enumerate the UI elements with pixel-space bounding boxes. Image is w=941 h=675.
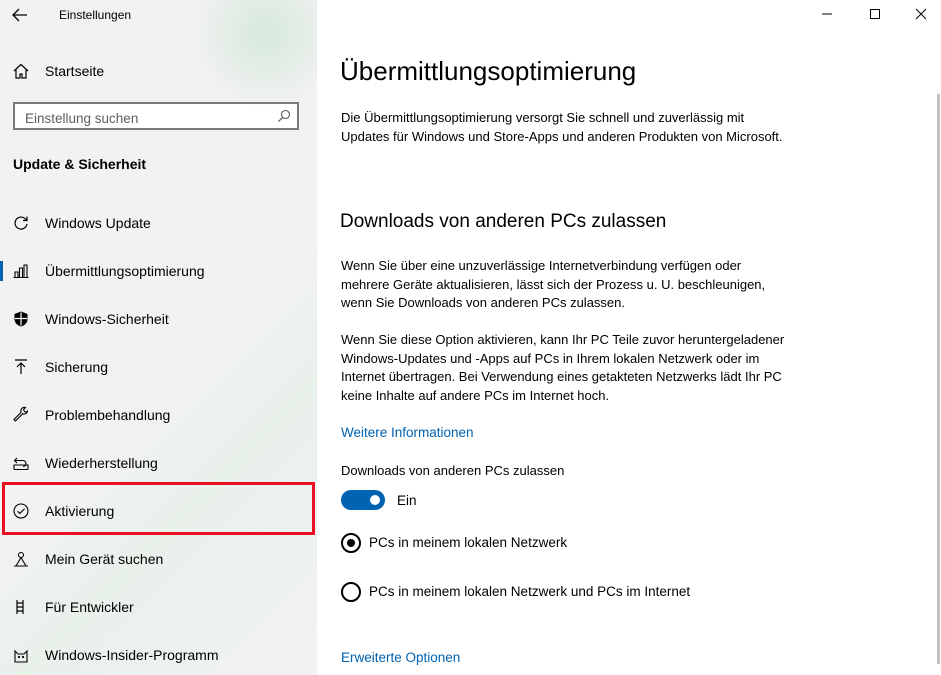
sidebar-item-backup[interactable]: Sicherung: [0, 347, 317, 387]
activation-highlight-box: [2, 482, 315, 535]
sidebar-item-label: Windows-Insider-Programm: [45, 647, 219, 663]
description-paragraph: Wenn Sie über eine unzuverlässige Intern…: [341, 258, 766, 310]
sidebar-item-label: Für Entwickler: [45, 599, 134, 615]
backup-arrow-icon: [12, 358, 30, 376]
sidebar-item-label: Mein Gerät suchen: [45, 551, 164, 567]
developer-icon: [12, 598, 30, 616]
toggle-caption: Downloads von anderen PCs zulassen: [341, 463, 565, 478]
sidebar-item-label: Startseite: [45, 63, 105, 79]
sidebar-item-label: Windows-Sicherheit: [45, 311, 169, 327]
section-title: Update & Sicherheit: [13, 156, 147, 172]
search-box[interactable]: [13, 102, 299, 130]
close-icon[interactable]: [913, 6, 929, 22]
search-icon[interactable]: [277, 109, 291, 123]
app-title: Einstellungen: [59, 8, 132, 22]
sidebar-item-label: Übermittlungsoptimierung: [45, 263, 205, 279]
more-info-link[interactable]: Weitere Informationen: [341, 425, 474, 440]
search-input[interactable]: [23, 108, 267, 128]
toggle-knob: [370, 495, 380, 505]
radio-local-network-label[interactable]: PCs in meinem lokalen Netzwerk: [369, 535, 567, 550]
sidebar-item-windows-update[interactable]: Windows Update: [0, 203, 317, 243]
radio-local-and-internet[interactable]: [341, 582, 361, 602]
radio-local-network[interactable]: [341, 533, 361, 553]
sidebar-item-label: Sicherung: [45, 359, 109, 375]
sidebar-item-home[interactable]: Startseite: [0, 51, 317, 91]
sidebar-item-windows-insider[interactable]: Windows-Insider-Programm: [0, 635, 317, 675]
sidebar-item-troubleshoot[interactable]: Problembehandlung: [0, 395, 317, 435]
sidebar-item-developers[interactable]: Für Entwickler: [0, 587, 317, 627]
advanced-options-link[interactable]: Erweiterte Optionen: [341, 650, 460, 665]
home-icon: [12, 62, 30, 80]
wrench-icon: [12, 406, 30, 424]
sidebar-item-label: Wiederherstellung: [45, 455, 158, 471]
allow-downloads-toggle[interactable]: [341, 490, 385, 510]
section-heading: Downloads von anderen PCs zulassen: [340, 211, 667, 232]
intro-text: Die Übermittlungsoptimierung versorgt Si…: [341, 110, 783, 144]
delivery-optimization-icon: [12, 262, 30, 280]
refresh-icon: [12, 214, 30, 232]
sidebar-item-find-my-device[interactable]: Mein Gerät suchen: [0, 539, 317, 579]
maximize-icon[interactable]: [867, 6, 883, 22]
insider-cat-icon: [12, 646, 30, 664]
sidebar-item-label: Problembehandlung: [45, 407, 171, 423]
sidebar: Einstellungen Startseite Update & Sicher…: [0, 0, 317, 675]
radio-local-and-internet-label[interactable]: PCs in meinem lokalen Netzwerk und PCs i…: [369, 584, 690, 599]
sidebar-item-recovery[interactable]: Wiederherstellung: [0, 443, 317, 483]
sidebar-item-label: Windows Update: [45, 215, 151, 231]
sidebar-item-delivery-optimization[interactable]: Übermittlungsoptimierung: [0, 251, 317, 291]
minimize-icon[interactable]: [819, 6, 835, 22]
page-title: Übermittlungsoptimierung: [340, 56, 637, 86]
toggle-state-label: Ein: [397, 493, 417, 508]
shield-icon: [12, 310, 30, 328]
description-paragraph: Wenn Sie diese Option aktivieren, kann I…: [341, 332, 785, 403]
find-device-icon: [12, 550, 30, 568]
recovery-icon: [12, 454, 30, 472]
sidebar-item-windows-security[interactable]: Windows-Sicherheit: [0, 299, 317, 339]
back-arrow-icon[interactable]: [10, 6, 30, 24]
scrollbar[interactable]: [937, 94, 940, 664]
